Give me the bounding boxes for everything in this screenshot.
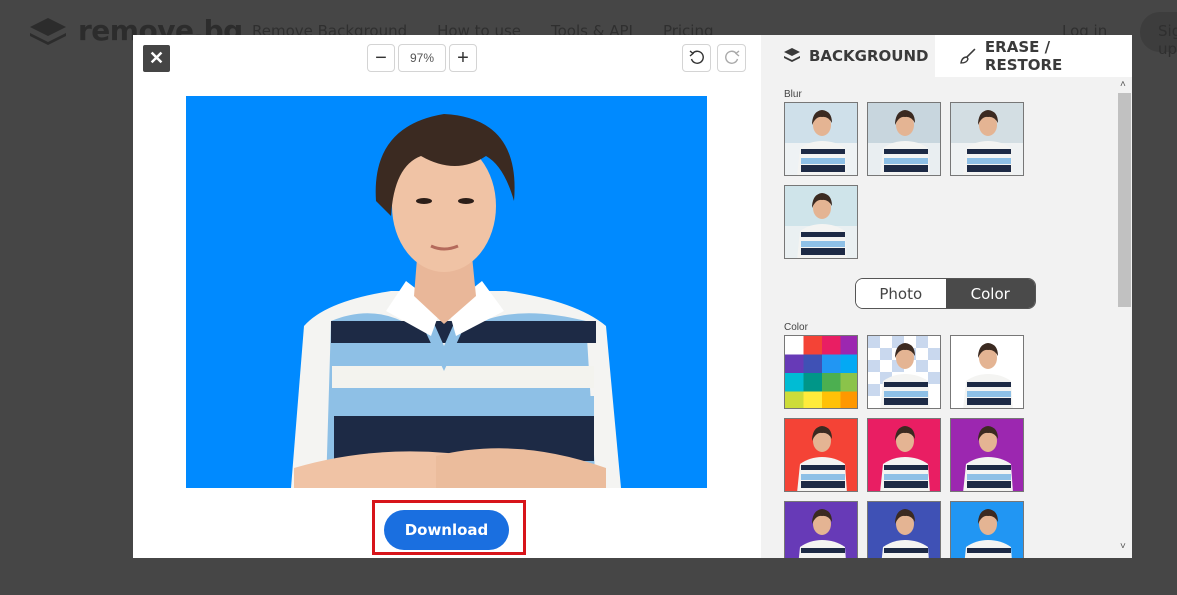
color-thumb-pink[interactable]	[867, 418, 941, 492]
scroll-up-icon[interactable]: ˄	[1120, 79, 1126, 90]
color-picker-swatch[interactable]	[784, 335, 858, 409]
side-panel: BACKGROUND ERASE / RESTORE Blur Photo Co…	[761, 35, 1132, 558]
tab-background[interactable]: BACKGROUND	[761, 35, 935, 77]
undo-button[interactable]	[682, 44, 711, 72]
blur-preview-image	[868, 103, 940, 175]
scroll-down-icon[interactable]: ˅	[1120, 541, 1126, 552]
zoom-controls: − 97% +	[367, 44, 477, 72]
zoom-out-button[interactable]: −	[367, 44, 395, 72]
panel-tabs: BACKGROUND ERASE / RESTORE	[761, 35, 1132, 77]
red-preview-image	[785, 419, 857, 491]
white-preview-image	[951, 336, 1023, 408]
scroll-thumb[interactable]	[1118, 93, 1131, 307]
color-label: Color	[784, 322, 808, 333]
blur-preview-image	[785, 186, 857, 258]
blur-preview-image	[951, 103, 1023, 175]
toggle-color[interactable]: Color	[945, 279, 1035, 308]
color-thumb-purple[interactable]	[950, 418, 1024, 492]
zoom-in-button[interactable]: +	[449, 44, 477, 72]
layers-icon	[784, 48, 800, 62]
blur-preview-image	[785, 103, 857, 175]
redo-button[interactable]	[717, 44, 746, 72]
logo-icon	[28, 16, 68, 46]
tab-erase-restore[interactable]: ERASE / RESTORE	[935, 35, 1132, 77]
toggle-photo[interactable]: Photo	[856, 279, 946, 308]
undo-icon	[689, 50, 704, 64]
editor-modal: ✕ − 97% + Download BACKGROUND ERASE / RE…	[133, 35, 1132, 558]
blur-thumb-high[interactable]	[950, 102, 1024, 176]
purple-preview-image	[951, 419, 1023, 491]
blur-thumb-medium[interactable]	[867, 102, 941, 176]
editor-area: ✕ − 97% + Download	[133, 35, 761, 558]
redo-icon	[724, 50, 739, 64]
pink-preview-image	[868, 419, 940, 491]
signup-button[interactable]: Sign up	[1140, 12, 1177, 58]
color-thumb-transparent[interactable]	[867, 335, 941, 409]
download-button[interactable]: Download	[384, 510, 509, 550]
image-canvas	[186, 96, 707, 488]
palette-icon	[785, 336, 857, 408]
color-thumb-deep-purple[interactable]	[784, 501, 858, 558]
history-controls	[682, 44, 746, 72]
blur-thumb-max[interactable]	[784, 185, 858, 259]
tab-erase-restore-label: ERASE / RESTORE	[984, 38, 1063, 74]
zoom-value: 97%	[398, 44, 446, 72]
transparent-preview-image	[868, 336, 940, 408]
close-button[interactable]: ✕	[143, 45, 170, 72]
deep-purple-preview-image	[785, 502, 857, 558]
tab-background-label: BACKGROUND	[809, 47, 929, 65]
panel-scrollbar[interactable]: ˄ ˅	[1117, 77, 1132, 558]
blue-preview-image	[951, 502, 1023, 558]
photo-color-toggle: Photo Color	[855, 278, 1036, 309]
blur-thumb-low[interactable]	[784, 102, 858, 176]
color-thumb-white[interactable]	[950, 335, 1024, 409]
blur-label: Blur	[784, 89, 802, 100]
color-thumb-blue[interactable]	[950, 501, 1024, 558]
color-thumb-red[interactable]	[784, 418, 858, 492]
subject-photo	[186, 96, 707, 488]
indigo-preview-image	[868, 502, 940, 558]
brush-icon	[960, 48, 976, 64]
color-thumb-indigo[interactable]	[867, 501, 941, 558]
